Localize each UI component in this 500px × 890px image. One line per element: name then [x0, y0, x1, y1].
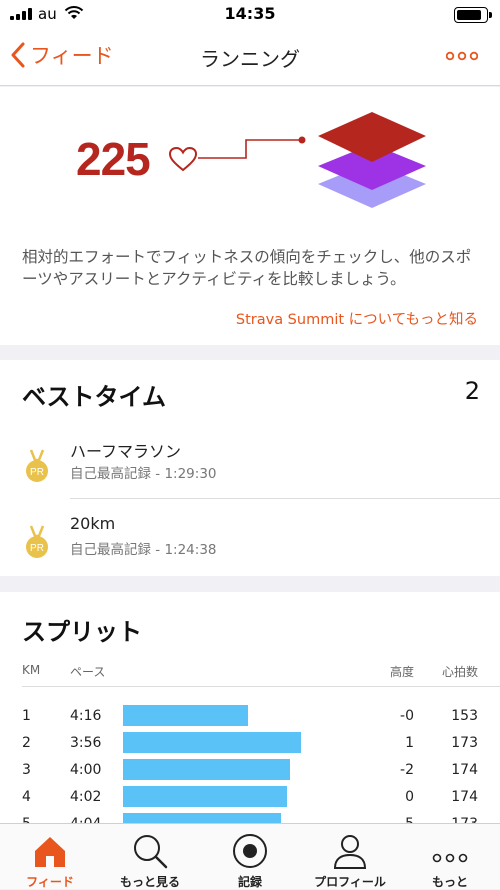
split-pace-bar [123, 705, 248, 726]
split-elevation: 1 [405, 735, 414, 751]
split-heart-rate: 153 [451, 708, 478, 724]
tab-label: フィード [26, 875, 74, 889]
tab-label: もっと [431, 875, 468, 889]
best-times-count: 2 [464, 377, 480, 405]
heart-icon [168, 146, 198, 172]
split-pace-bar [123, 732, 301, 753]
split-heart-rate: 173 [451, 735, 478, 751]
split-row: 3 4:00 -2 174 [0, 759, 500, 782]
home-icon [35, 837, 65, 867]
splits-title: スプリット [22, 618, 142, 646]
tab-bar: フィード もっと見る 記録 プロフィール もっと [0, 823, 500, 889]
clock: 14:35 [224, 4, 276, 23]
split-pace: 4:16 [70, 708, 102, 724]
best-times-title: ベストタイム [22, 383, 166, 411]
navigation-bar: フィード ランニング [0, 30, 500, 86]
best-time-record: 自己最高記録 - 1:24:38 [70, 542, 217, 558]
split-row: 2 3:56 1 173 [0, 732, 500, 755]
splits-header-pace: ペース [70, 665, 106, 679]
split-row: 4 4:02 0 174 [0, 786, 500, 809]
split-km: 3 [22, 762, 31, 778]
status-bar: au 14:35 [0, 0, 500, 30]
row-divider [70, 498, 500, 499]
pr-medal-icon: PR [26, 449, 48, 482]
tab-more[interactable]: もっと [400, 824, 500, 890]
summit-graph-line [198, 136, 306, 159]
heart-rate-value: 225 [76, 133, 151, 185]
profile-icon [333, 835, 367, 869]
split-elevation: 0 [405, 789, 414, 805]
splits-header-km: KM [22, 663, 41, 677]
split-pace: 4:00 [70, 762, 102, 778]
pr-badge-text: PR [30, 467, 44, 478]
tab-label: 記録 [237, 875, 262, 889]
split-pace: 3:56 [70, 735, 102, 751]
tab-label: プロフィール [314, 875, 386, 889]
splits-header-elevation: 高度 [389, 665, 414, 679]
battery-icon [454, 7, 492, 23]
split-elevation: -2 [400, 762, 414, 778]
pr-medal-icon: PR [26, 525, 48, 558]
page-title: ランニング [200, 47, 300, 71]
splits-header-divider [22, 686, 500, 687]
summit-layers-icon [318, 112, 426, 208]
record-icon [233, 834, 267, 868]
best-time-record: 自己最高記録 - 1:29:30 [70, 466, 217, 482]
best-time-row[interactable]: PR 20km 自己最高記録 - 1:24:38 [0, 514, 500, 584]
split-pace-bar [123, 759, 290, 780]
tab-profile[interactable]: プロフィール [300, 824, 400, 890]
summit-description: 相対的エフォートでフィットネスの傾向をチェックし、他のスポーツやアスリートとアク… [22, 248, 472, 288]
split-heart-rate: 174 [451, 762, 478, 778]
tab-explore[interactable]: もっと見る [100, 824, 200, 890]
split-row: 1 4:16 -0 153 [0, 705, 500, 728]
best-time-name: 20km [70, 514, 116, 533]
more-icon [432, 853, 468, 863]
split-km: 2 [22, 735, 31, 751]
splits-header-heart-rate: 心拍数 [441, 665, 478, 679]
split-pace: 4:02 [70, 789, 102, 805]
split-pace-bar [123, 786, 287, 807]
ellipsis-icon[interactable] [446, 49, 478, 63]
best-time-name: ハーフマラソン [70, 442, 182, 461]
split-heart-rate: 174 [451, 789, 478, 805]
search-icon [134, 835, 168, 869]
split-elevation: -0 [400, 708, 414, 724]
tab-feed[interactable]: フィード [0, 824, 100, 890]
split-km: 1 [22, 708, 31, 724]
tab-label: もっと見る [119, 875, 180, 889]
tab-record[interactable]: 記録 [200, 824, 300, 890]
battery-level [457, 10, 481, 20]
summit-learn-more-link[interactable]: Strava Summit についてもっと知る [236, 308, 478, 329]
split-km: 4 [22, 789, 31, 805]
pr-badge-text: PR [30, 543, 44, 554]
